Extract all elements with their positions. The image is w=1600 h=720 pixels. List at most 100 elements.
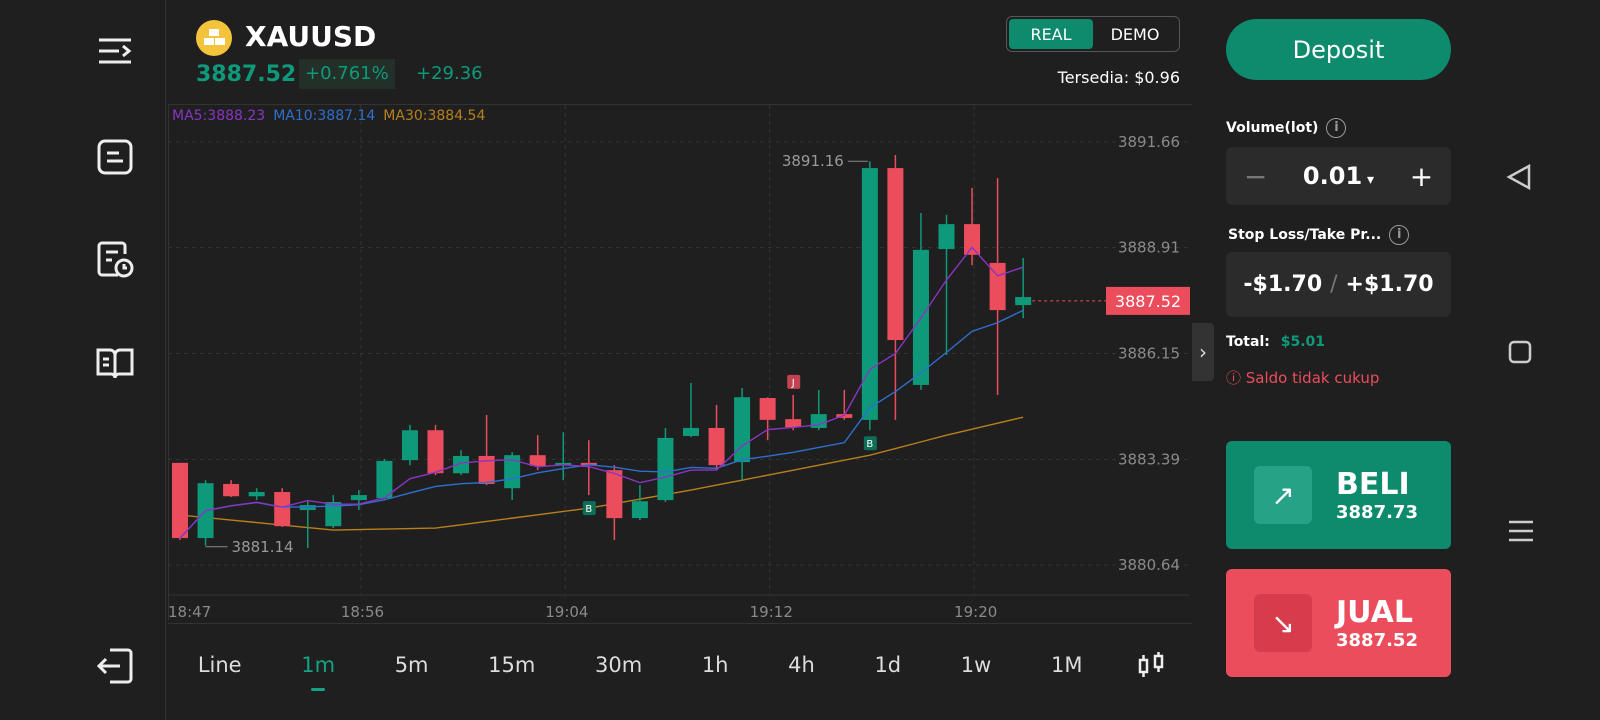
- price-tick-label: 3886.15: [1118, 344, 1180, 362]
- available-balance: Tersedia: $0.96: [1057, 68, 1180, 87]
- dropdown-icon: ▾: [1362, 172, 1375, 188]
- logout-icon[interactable]: [96, 647, 134, 685]
- system-nav: [1470, 0, 1600, 720]
- candle-down: [274, 492, 291, 527]
- stop-loss-value: -$1.70: [1243, 272, 1323, 297]
- timeframe-1m[interactable]: 1M: [1045, 653, 1088, 677]
- price-tick-label: 3880.64: [1118, 556, 1180, 574]
- trade-marker-label: B: [866, 439, 873, 450]
- symbol-title[interactable]: XAUUSD: [245, 20, 376, 53]
- sell-label: JUAL: [1336, 595, 1413, 630]
- history-icon[interactable]: [96, 240, 134, 278]
- timeframe-bar: Line 1m 5m 15m 30m 1h 4h 1d 1w 1M: [168, 630, 1190, 700]
- info-icon[interactable]: i: [1326, 118, 1347, 138]
- ma10-line: [179, 309, 1024, 539]
- buy-label: BELI: [1336, 467, 1410, 502]
- candle-up: [631, 501, 648, 519]
- menu-collapse-icon[interactable]: [96, 32, 134, 70]
- timeframe-30m[interactable]: 30m: [589, 653, 648, 677]
- time-tick-label: 18:56: [341, 603, 384, 621]
- change-percent: +0.761%: [299, 59, 395, 89]
- sidebar: [0, 0, 166, 720]
- total-label: Total:: [1226, 334, 1270, 350]
- take-profit-value: +$1.70: [1345, 272, 1434, 297]
- deposit-button[interactable]: Deposit: [1226, 19, 1451, 80]
- candle-up: [938, 224, 955, 250]
- buy-price: 3887.73: [1336, 502, 1418, 523]
- candle-up: [248, 492, 265, 497]
- timeframe-1h[interactable]: 1h: [696, 653, 735, 677]
- timeframe-1w[interactable]: 1w: [955, 653, 998, 677]
- candle-up: [734, 397, 751, 463]
- buy-button[interactable]: ↗ BELI 3887.73: [1226, 441, 1451, 549]
- trade-marker-label: B: [585, 504, 592, 515]
- minus-button[interactable]: −: [1244, 160, 1267, 193]
- back-icon[interactable]: [1506, 164, 1532, 190]
- low-price-label: 3881.14: [232, 538, 294, 556]
- candlestick-chart[interactable]: 3891.66 3888.91 3886.15 3883.39 3880.64 18:47…: [168, 105, 1190, 625]
- plus-button[interactable]: +: [1410, 160, 1433, 193]
- candle-down: [529, 455, 546, 466]
- candle-up: [401, 430, 418, 461]
- orders-icon[interactable]: [96, 138, 134, 176]
- candle-up: [1015, 297, 1032, 306]
- candle-down: [759, 397, 776, 420]
- candle-down: [172, 462, 188, 539]
- volume-label: Volume(lot): [1226, 120, 1319, 136]
- price-tick-label: 3883.39: [1118, 450, 1180, 468]
- price-tick-label: 3888.91: [1118, 239, 1180, 257]
- total-value: $5.01: [1280, 334, 1326, 350]
- candle-down: [887, 168, 904, 341]
- gold-coin-icon: [196, 20, 232, 56]
- candle-down: [606, 470, 623, 519]
- timeframe-4h[interactable]: 4h: [782, 653, 821, 677]
- divider: [168, 623, 1192, 624]
- time-tick-label: 19:12: [750, 603, 793, 621]
- arrow-up-right-icon: ↗: [1254, 466, 1312, 524]
- info-icon[interactable]: i: [1389, 225, 1410, 245]
- sltp-label: Stop Loss/Take Pr...: [1228, 227, 1382, 243]
- volume-value: 0.01: [1302, 162, 1363, 190]
- price-tick-label: 3891.66: [1118, 133, 1180, 151]
- current-price: 3887.52: [196, 62, 297, 87]
- high-price-label: 3891.16: [782, 152, 844, 170]
- ma30-line: [179, 416, 1024, 531]
- timeframe-1d[interactable]: 1d: [868, 653, 907, 677]
- chart-type-icon[interactable]: [1136, 650, 1166, 680]
- account-toggle: REAL DEMO: [1006, 16, 1180, 52]
- volume-stepper: − 0.01 ▾ +: [1226, 147, 1451, 205]
- candle-up: [683, 427, 699, 436]
- volume-select[interactable]: 0.01 ▾: [1303, 162, 1374, 190]
- candle-down: [785, 419, 802, 428]
- sell-button[interactable]: ↘ JUAL 3887.52: [1226, 569, 1451, 677]
- change-value: +29.36: [416, 63, 483, 84]
- candle-down: [964, 224, 981, 255]
- current-price-tag-label: 3887.52: [1115, 292, 1181, 311]
- sltp-field[interactable]: -$1.70 / +$1.70: [1226, 252, 1451, 317]
- timeframe-5m[interactable]: 5m: [389, 653, 435, 677]
- candle-up: [861, 168, 878, 420]
- home-square-icon[interactable]: [1508, 340, 1532, 364]
- time-tick-label: 19:20: [954, 603, 997, 621]
- candle-down: [708, 427, 725, 466]
- account-real-tab[interactable]: REAL: [1009, 19, 1093, 49]
- time-tick-label: 18:47: [168, 603, 211, 621]
- timeframe-15m[interactable]: 15m: [482, 653, 541, 677]
- arrow-down-right-icon: ↘: [1254, 594, 1312, 652]
- insufficient-balance-warning: Saldo tidak cukup: [1245, 369, 1380, 387]
- candle-up: [657, 437, 674, 501]
- trade-panel: Deposit Volume(lot) i − 0.01 ▾ + Stop Los…: [1192, 0, 1470, 720]
- book-icon[interactable]: [96, 344, 134, 382]
- warning-icon: ⓘ: [1226, 369, 1246, 387]
- candle-up: [376, 460, 393, 499]
- candle-up: [350, 495, 367, 501]
- recents-menu-icon[interactable]: [1508, 519, 1534, 543]
- timeframe-1m[interactable]: 1m: [295, 653, 341, 691]
- account-demo-tab[interactable]: DEMO: [1093, 19, 1177, 49]
- separator: /: [1330, 272, 1338, 297]
- sell-price: 3887.52: [1336, 630, 1418, 651]
- candle-down: [427, 430, 444, 474]
- trade-marker-label: J: [791, 378, 795, 389]
- candle-down: [223, 483, 240, 497]
- timeframe-line[interactable]: Line: [192, 653, 248, 677]
